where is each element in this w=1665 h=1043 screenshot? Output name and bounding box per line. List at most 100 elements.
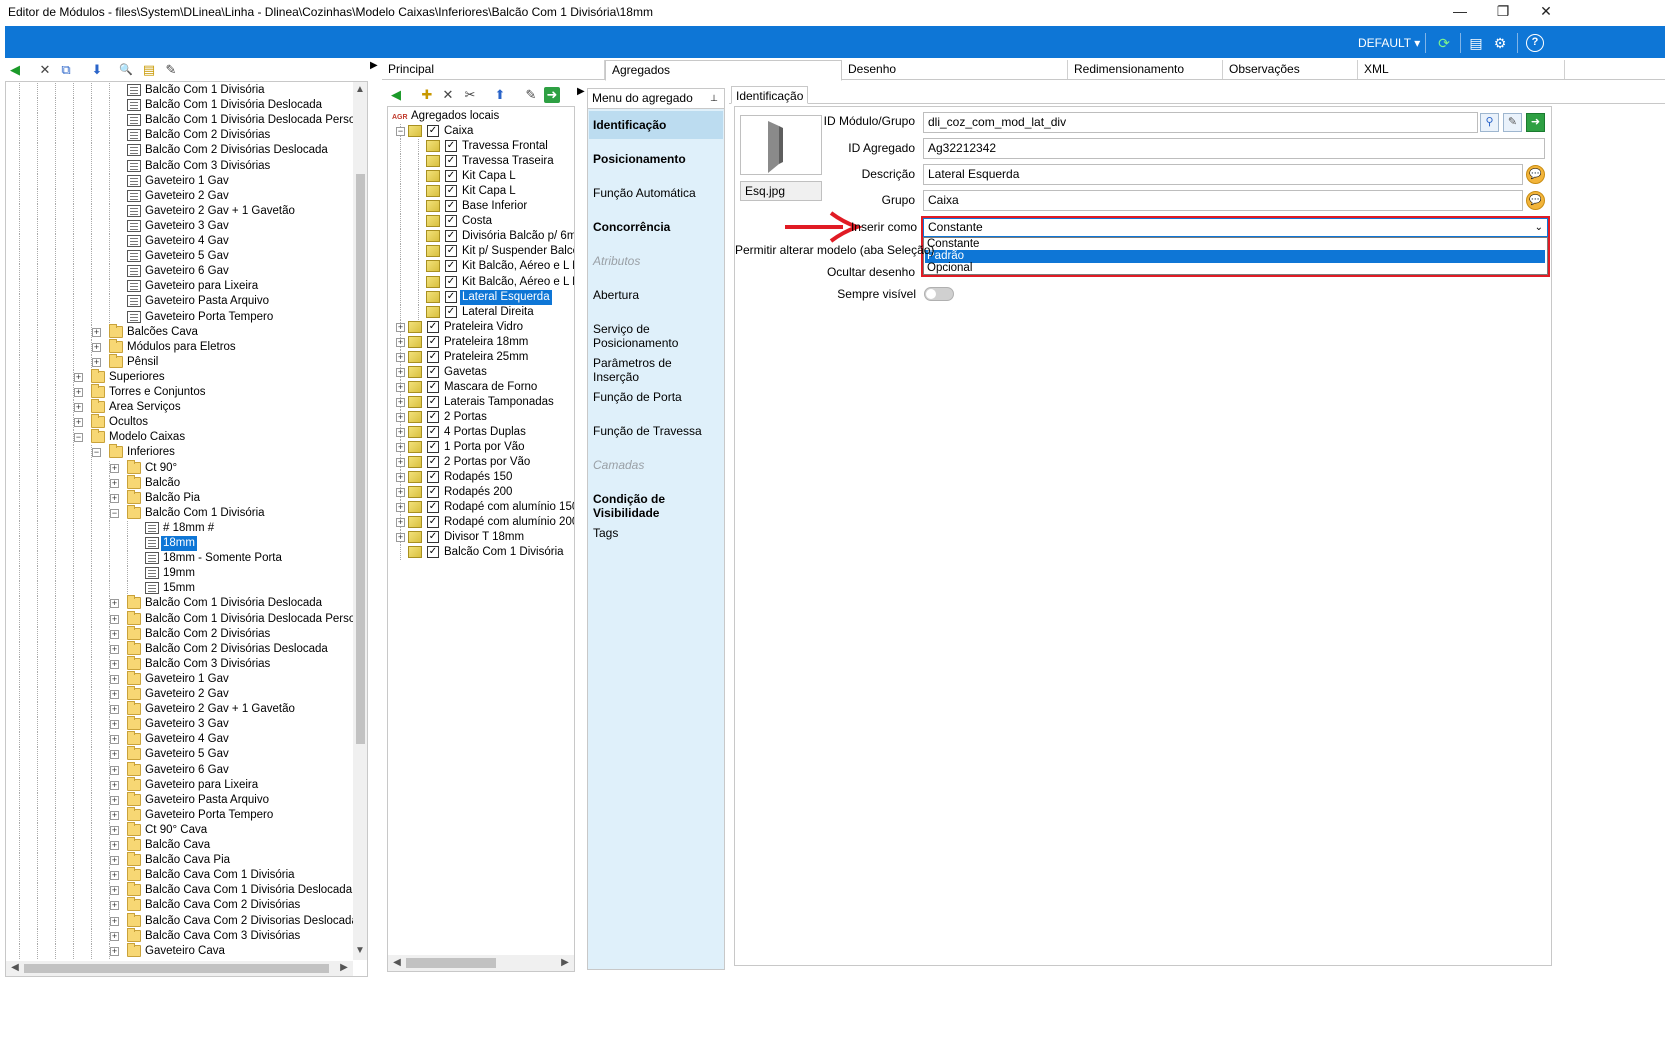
aggregate-checkbox[interactable]: ✓ bbox=[427, 531, 439, 544]
aggregate-checkbox[interactable]: ✓ bbox=[427, 380, 439, 393]
module-tree-item[interactable]: + Torres e Conjuntos bbox=[6, 384, 351, 400]
tab-identificacao[interactable]: Identificação bbox=[731, 86, 809, 104]
menu-item[interactable]: Função de Travessa bbox=[593, 424, 721, 438]
expand-icon[interactable]: + bbox=[110, 674, 119, 684]
minimize-button[interactable]: — bbox=[1437, 0, 1483, 24]
module-tree-item[interactable]: + Balcão Com 1 Divisória Deslocada bbox=[6, 595, 351, 612]
expand-icon[interactable]: + bbox=[92, 327, 101, 337]
help-icon[interactable]: ? bbox=[1526, 34, 1544, 52]
aggregate-tree-item[interactable]: + ✓ 2 Portas bbox=[388, 409, 574, 425]
copy-icon[interactable]: ⧉ bbox=[58, 62, 74, 78]
module-tree-item[interactable]: + Gaveteiro Pasta Arquivo bbox=[6, 791, 351, 808]
expand-icon[interactable]: + bbox=[110, 765, 119, 775]
expand-icon[interactable]: + bbox=[74, 388, 83, 397]
menu-item[interactable]: Tags bbox=[593, 526, 721, 540]
module-tree-item[interactable]: + Gaveteiro 6 Gav bbox=[6, 761, 351, 778]
tab-observacoes[interactable]: Observações bbox=[1223, 60, 1358, 79]
expand-icon[interactable]: + bbox=[110, 901, 119, 911]
expand-icon[interactable]: + bbox=[396, 382, 405, 392]
layout-icon[interactable]: ▤ bbox=[1467, 34, 1485, 52]
expand-icon[interactable]: + bbox=[110, 705, 119, 715]
aggregate-tree-item[interactable]: ✓ Travessa Traseira bbox=[388, 154, 574, 170]
aggregate-tree-item[interactable]: + ✓ Prateleira Vidro bbox=[388, 319, 574, 335]
expand-icon[interactable]: + bbox=[396, 473, 405, 483]
aggregate-checkbox[interactable]: ✓ bbox=[427, 441, 439, 454]
module-tree-item[interactable]: Balcão Com 2 Divisórias Deslocada bbox=[6, 143, 351, 159]
module-tree-item[interactable]: + Balcão Cava Com 3 Divisórias bbox=[6, 927, 351, 944]
aggregate-checkbox[interactable]: ✓ bbox=[427, 410, 439, 423]
aggregate-checkbox[interactable]: ✓ bbox=[445, 155, 457, 168]
module-tree-item[interactable]: Balcão Com 1 Divisória bbox=[6, 83, 351, 98]
menu-item[interactable]: Abertura bbox=[593, 288, 721, 302]
module-tree-item[interactable]: + Pênsil bbox=[6, 353, 351, 370]
aggregate-checkbox[interactable]: ✓ bbox=[427, 486, 439, 499]
module-tree-item[interactable]: − Inferiores bbox=[6, 444, 351, 461]
aggregate-checkbox[interactable]: ✓ bbox=[445, 275, 457, 288]
module-tree-item[interactable]: Gaveteiro 4 Gav bbox=[6, 234, 351, 249]
expand-icon[interactable]: + bbox=[396, 458, 405, 468]
expand-icon[interactable]: + bbox=[110, 856, 119, 866]
module-tree-item[interactable]: + Balcão Cava Com 1 Divisória Deslocada bbox=[6, 882, 352, 899]
expand-icon[interactable]: + bbox=[396, 503, 405, 513]
scroll-right-arrow[interactable]: ▶ bbox=[337, 961, 351, 975]
aggregate-tree-item[interactable]: ✓ Costa bbox=[388, 214, 574, 230]
module-tree-item[interactable]: + Gaveteiro 1 Gav bbox=[6, 670, 351, 687]
aggregate-checkbox[interactable]: ✓ bbox=[445, 185, 457, 198]
collapse-icon[interactable]: − bbox=[74, 433, 83, 443]
aggregate-tree-item[interactable]: − ✓ Caixa bbox=[388, 124, 574, 139]
expand-icon[interactable]: + bbox=[110, 931, 119, 941]
expand-icon[interactable]: + bbox=[110, 886, 119, 896]
expand-icon[interactable]: + bbox=[396, 533, 405, 543]
delete-icon[interactable]: ✕ bbox=[37, 62, 53, 78]
module-tree-item[interactable]: + Balcão Pia bbox=[6, 489, 351, 506]
menu-item[interactable]: Parâmetros de Inserção bbox=[593, 356, 721, 384]
menu-item[interactable]: Função de Porta bbox=[593, 390, 721, 404]
module-tree-item[interactable]: + Gaveteiro para Lixeira bbox=[6, 776, 351, 793]
tab-xml[interactable]: XML bbox=[1358, 60, 1565, 79]
profile-dropdown[interactable]: DEFAULT ▾ bbox=[1358, 36, 1420, 50]
aggregate-checkbox[interactable]: ✓ bbox=[445, 215, 457, 228]
expand-icon[interactable]: + bbox=[396, 322, 405, 332]
expand-icon[interactable]: + bbox=[396, 428, 405, 437]
module-tree-item[interactable]: Balcão Com 2 Divisórias bbox=[6, 128, 351, 144]
aggregate-tree-item[interactable]: + ✓ Rodapés 150 bbox=[388, 470, 574, 486]
expand-icon[interactable]: + bbox=[110, 780, 119, 790]
module-tree-item[interactable]: + Gaveteiro 5 Gav bbox=[6, 746, 351, 763]
module-tree-item[interactable]: + Balcão Cava Com 2 Divisórias bbox=[6, 897, 351, 914]
edit-icon[interactable]: ✎ bbox=[163, 62, 179, 78]
module-tree-item[interactable]: Balcão Com 3 Divisórias bbox=[6, 158, 351, 174]
aggregate-checkbox[interactable]: ✓ bbox=[427, 471, 439, 484]
id-agregado-input[interactable]: Ag32212342 bbox=[923, 138, 1545, 159]
tab-agregados[interactable]: Agregados bbox=[605, 60, 842, 81]
expand-icon[interactable]: + bbox=[396, 337, 405, 347]
aggregate-checkbox[interactable]: ✓ bbox=[427, 350, 439, 363]
aggregate-checkbox[interactable]: ✓ bbox=[427, 426, 439, 438]
aggregate-checkbox[interactable]: ✓ bbox=[445, 245, 457, 258]
aggregate-tree-item[interactable]: + ✓ Rodapé com alumínio 150 bbox=[388, 500, 574, 516]
module-tree-item[interactable]: Gaveteiro 6 Gav bbox=[6, 264, 351, 280]
aggregate-checkbox[interactable]: ✓ bbox=[427, 335, 439, 348]
expand-icon[interactable]: + bbox=[396, 412, 405, 422]
module-tree-item[interactable]: − Modelo Caixas bbox=[6, 429, 351, 446]
expand-icon[interactable]: + bbox=[110, 599, 119, 609]
id-modulo-input[interactable]: dli_coz_com_mod_lat_div bbox=[923, 112, 1478, 133]
expand-icon[interactable]: + bbox=[74, 403, 83, 413]
module-tree-item[interactable]: + Módulos para Eletros bbox=[6, 338, 351, 355]
expand-icon[interactable]: + bbox=[110, 720, 119, 730]
translate-descricao-button[interactable]: 💬 bbox=[1526, 165, 1545, 184]
expand-icon[interactable]: + bbox=[396, 352, 405, 362]
aggregate-tree-item[interactable]: + ✓ Rodapé com alumínio 200 bbox=[388, 515, 574, 531]
aggregate-root[interactable]: AGR Agregados locais bbox=[391, 109, 571, 124]
collapse-agg-arrow[interactable]: ▶ bbox=[577, 86, 585, 97]
aggregate-checkbox[interactable]: ✓ bbox=[427, 365, 439, 378]
edit-module-button[interactable]: ✎ bbox=[1503, 113, 1522, 132]
scroll-left-arrow[interactable]: ◀ bbox=[8, 961, 22, 975]
module-tree-item[interactable]: + Gaveteiro Cava bbox=[6, 942, 351, 959]
edit-icon[interactable]: ✎ bbox=[523, 87, 539, 103]
module-tree-item[interactable]: + Gaveteiro 2 Gav bbox=[6, 686, 351, 702]
module-tree-item[interactable]: Gaveteiro 2 Gav + 1 Gavetão bbox=[6, 203, 351, 219]
module-tree-item[interactable]: 19mm bbox=[6, 566, 351, 582]
scroll-right-arrow[interactable]: ▶ bbox=[558, 956, 572, 970]
module-tree-item[interactable]: + Gaveteiro 3 Gav bbox=[6, 716, 351, 733]
search-module-button[interactable]: ⚲ bbox=[1480, 113, 1499, 132]
